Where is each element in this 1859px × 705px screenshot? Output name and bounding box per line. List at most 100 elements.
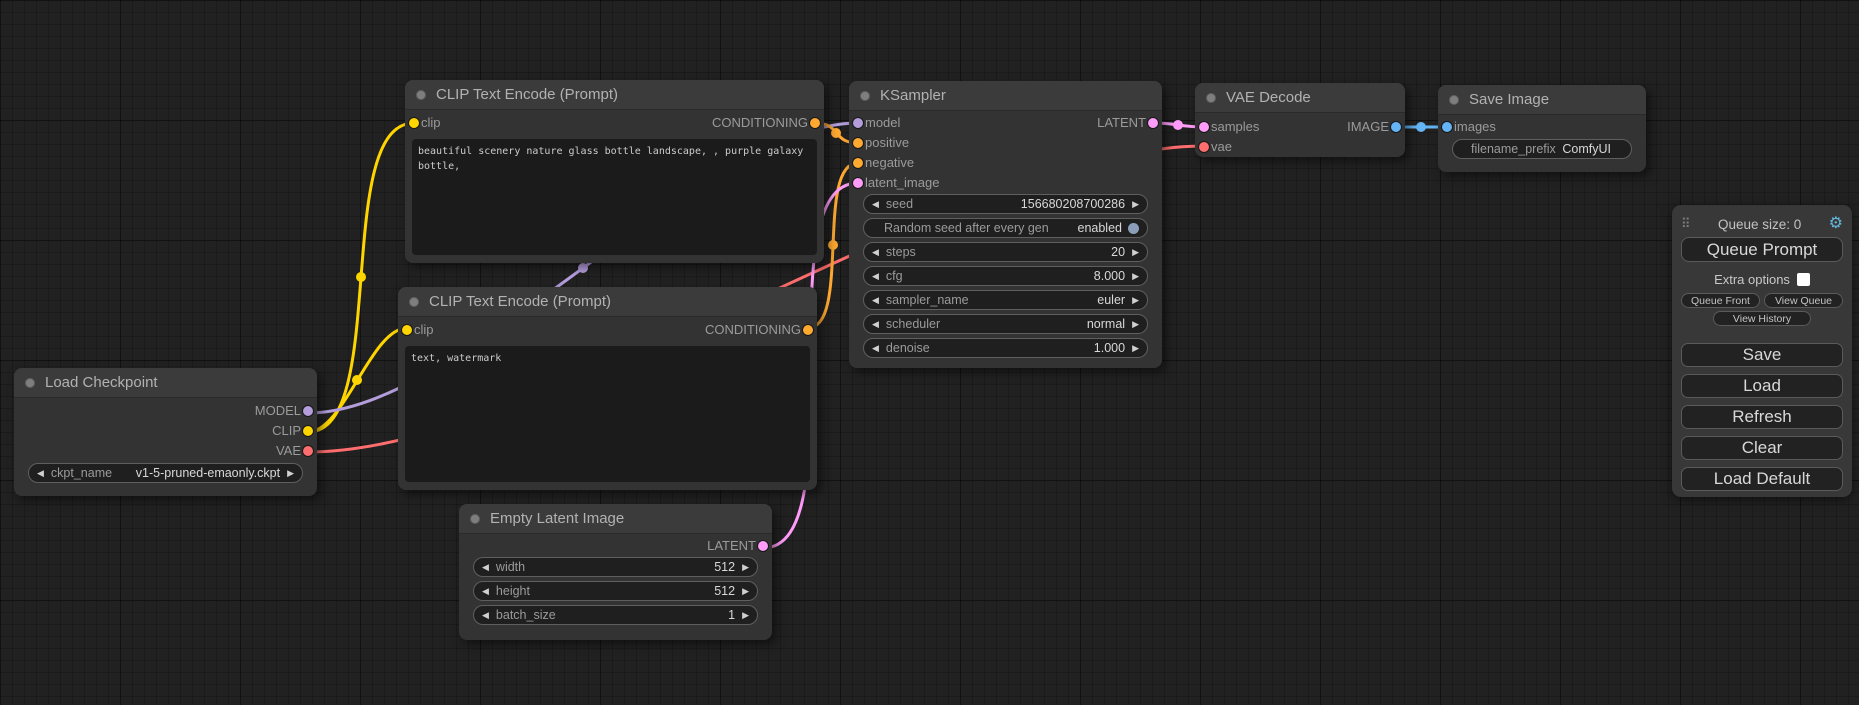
output-port-image[interactable] bbox=[1391, 122, 1401, 132]
seed-widget[interactable]: ◀ seed 156680208700286 ▶ bbox=[863, 194, 1148, 214]
random-seed-toggle[interactable]: Random seed after every gen enabled bbox=[863, 218, 1148, 238]
save-button[interactable]: Save bbox=[1681, 343, 1843, 367]
collapse-dot-icon[interactable] bbox=[860, 91, 870, 101]
increment-arrow-icon[interactable]: ▶ bbox=[287, 468, 294, 479]
output-label: VAE bbox=[276, 441, 301, 461]
input-port-samples[interactable] bbox=[1199, 122, 1209, 132]
port-row: clip CONDITIONING bbox=[405, 113, 824, 133]
output-label: CLIP bbox=[272, 421, 301, 441]
queue-prompt-button[interactable]: Queue Prompt bbox=[1681, 237, 1843, 262]
output-port-conditioning[interactable] bbox=[810, 118, 820, 128]
input-label: negative bbox=[865, 153, 914, 173]
decrement-arrow-icon[interactable]: ◀ bbox=[872, 295, 879, 306]
batch-size-widget[interactable]: ◀ batch_size 1 ▶ bbox=[473, 605, 758, 625]
collapse-dot-icon[interactable] bbox=[1449, 95, 1459, 105]
height-widget[interactable]: ◀ height 512 ▶ bbox=[473, 581, 758, 601]
node-title-bar[interactable]: KSampler bbox=[849, 81, 1162, 111]
node-title-bar[interactable]: Load Checkpoint bbox=[14, 368, 317, 398]
decrement-arrow-icon[interactable]: ◀ bbox=[872, 199, 879, 210]
input-port-negative[interactable] bbox=[853, 158, 863, 168]
extra-options-label: Extra options bbox=[1714, 272, 1790, 287]
increment-arrow-icon[interactable]: ▶ bbox=[1132, 271, 1139, 282]
node-title-bar[interactable]: Save Image bbox=[1438, 85, 1646, 115]
input-port-latent-image[interactable] bbox=[853, 178, 863, 188]
widget-value: 20 bbox=[1111, 245, 1125, 259]
filename-prefix-widget[interactable]: filename_prefix ComfyUI bbox=[1452, 139, 1632, 159]
decrement-arrow-icon[interactable]: ◀ bbox=[872, 319, 879, 330]
node-ksampler[interactable]: KSampler model LATENT positive negative … bbox=[849, 81, 1162, 368]
output-port-latent[interactable] bbox=[758, 541, 768, 551]
width-widget[interactable]: ◀ width 512 ▶ bbox=[473, 557, 758, 577]
view-history-button[interactable]: View History bbox=[1713, 311, 1811, 326]
decrement-arrow-icon[interactable]: ◀ bbox=[482, 610, 489, 621]
input-port-clip[interactable] bbox=[409, 118, 419, 128]
scheduler-widget[interactable]: ◀ scheduler normal ▶ bbox=[863, 314, 1148, 334]
cfg-widget[interactable]: ◀ cfg 8.000 ▶ bbox=[863, 266, 1148, 286]
increment-arrow-icon[interactable]: ▶ bbox=[1132, 247, 1139, 258]
toggle-dot-icon[interactable] bbox=[1128, 223, 1139, 234]
queue-front-button[interactable]: Queue Front bbox=[1681, 293, 1760, 308]
input-port-positive[interactable] bbox=[853, 138, 863, 148]
comfyui-canvas[interactable]: { "colors": { "model": "#B39DDB", "clip"… bbox=[0, 0, 1859, 705]
input-port-clip[interactable] bbox=[402, 325, 412, 335]
widget-label: scheduler bbox=[886, 317, 940, 331]
ckpt-name-widget[interactable]: ◀ ckpt_name v1-5-pruned-emaonly.ckpt ▶ bbox=[28, 463, 303, 483]
steps-widget[interactable]: ◀ steps 20 ▶ bbox=[863, 242, 1148, 262]
increment-arrow-icon[interactable]: ▶ bbox=[742, 586, 749, 597]
output-port-conditioning[interactable] bbox=[803, 325, 813, 335]
widget-value: normal bbox=[1087, 317, 1125, 331]
collapse-dot-icon[interactable] bbox=[1206, 93, 1216, 103]
node-title-bar[interactable]: VAE Decode bbox=[1195, 83, 1405, 113]
decrement-arrow-icon[interactable]: ◀ bbox=[872, 247, 879, 258]
increment-arrow-icon[interactable]: ▶ bbox=[1132, 343, 1139, 354]
input-port-images[interactable] bbox=[1442, 122, 1452, 132]
node-clip-text-encode-positive[interactable]: CLIP Text Encode (Prompt) clip CONDITION… bbox=[405, 80, 824, 263]
collapse-dot-icon[interactable] bbox=[416, 90, 426, 100]
increment-arrow-icon[interactable]: ▶ bbox=[1132, 295, 1139, 306]
link-midpoint-dot bbox=[1416, 122, 1426, 132]
node-vae-decode[interactable]: VAE Decode samples IMAGE vae bbox=[1195, 83, 1405, 157]
node-empty-latent-image[interactable]: Empty Latent Image LATENT ◀ width 512 ▶ … bbox=[459, 504, 772, 640]
decrement-arrow-icon[interactable]: ◀ bbox=[872, 343, 879, 354]
node-title: KSampler bbox=[880, 81, 946, 111]
node-title-bar[interactable]: CLIP Text Encode (Prompt) bbox=[405, 80, 824, 110]
load-button[interactable]: Load bbox=[1681, 374, 1843, 398]
node-title-bar[interactable]: Empty Latent Image bbox=[459, 504, 772, 534]
decrement-arrow-icon[interactable]: ◀ bbox=[37, 468, 44, 479]
collapse-dot-icon[interactable] bbox=[25, 378, 35, 388]
node-save-image[interactable]: Save Image images filename_prefix ComfyU… bbox=[1438, 85, 1646, 172]
input-port-model[interactable] bbox=[853, 118, 863, 128]
port-row: latent_image bbox=[849, 173, 1162, 193]
node-title-bar[interactable]: CLIP Text Encode (Prompt) bbox=[398, 287, 817, 317]
input-port-vae[interactable] bbox=[1199, 142, 1209, 152]
output-port-clip[interactable] bbox=[303, 426, 313, 436]
prompt-textarea[interactable]: beautiful scenery nature glass bottle la… bbox=[412, 139, 817, 255]
collapse-dot-icon[interactable] bbox=[470, 514, 480, 524]
decrement-arrow-icon[interactable]: ◀ bbox=[482, 562, 489, 573]
decrement-arrow-icon[interactable]: ◀ bbox=[872, 271, 879, 282]
increment-arrow-icon[interactable]: ▶ bbox=[1132, 199, 1139, 210]
collapse-dot-icon[interactable] bbox=[409, 297, 419, 307]
output-port-model[interactable] bbox=[303, 406, 313, 416]
prompt-textarea[interactable]: text, watermark bbox=[405, 346, 810, 482]
increment-arrow-icon[interactable]: ▶ bbox=[742, 610, 749, 621]
drag-handle-icon[interactable]: ⠿ bbox=[1681, 216, 1691, 232]
widget-label: cfg bbox=[886, 269, 903, 283]
denoise-widget[interactable]: ◀ denoise 1.000 ▶ bbox=[863, 338, 1148, 358]
widget-value: 1.000 bbox=[1094, 341, 1125, 355]
node-clip-text-encode-negative[interactable]: CLIP Text Encode (Prompt) clip CONDITION… bbox=[398, 287, 817, 490]
decrement-arrow-icon[interactable]: ◀ bbox=[482, 586, 489, 597]
increment-arrow-icon[interactable]: ▶ bbox=[742, 562, 749, 573]
increment-arrow-icon[interactable]: ▶ bbox=[1132, 319, 1139, 330]
sampler-name-widget[interactable]: ◀ sampler_name euler ▶ bbox=[863, 290, 1148, 310]
node-load-checkpoint[interactable]: Load Checkpoint MODEL CLIP VAE ◀ ckpt_na… bbox=[14, 368, 317, 496]
clear-button[interactable]: Clear bbox=[1681, 436, 1843, 460]
load-default-button[interactable]: Load Default bbox=[1681, 467, 1843, 491]
output-port-vae[interactable] bbox=[303, 446, 313, 456]
view-queue-button[interactable]: View Queue bbox=[1764, 293, 1843, 308]
gear-icon[interactable]: ⚙ bbox=[1829, 216, 1843, 232]
refresh-button[interactable]: Refresh bbox=[1681, 405, 1843, 429]
extra-options-checkbox[interactable] bbox=[1797, 273, 1810, 286]
output-label: LATENT bbox=[707, 536, 756, 556]
output-port-latent[interactable] bbox=[1148, 118, 1158, 128]
